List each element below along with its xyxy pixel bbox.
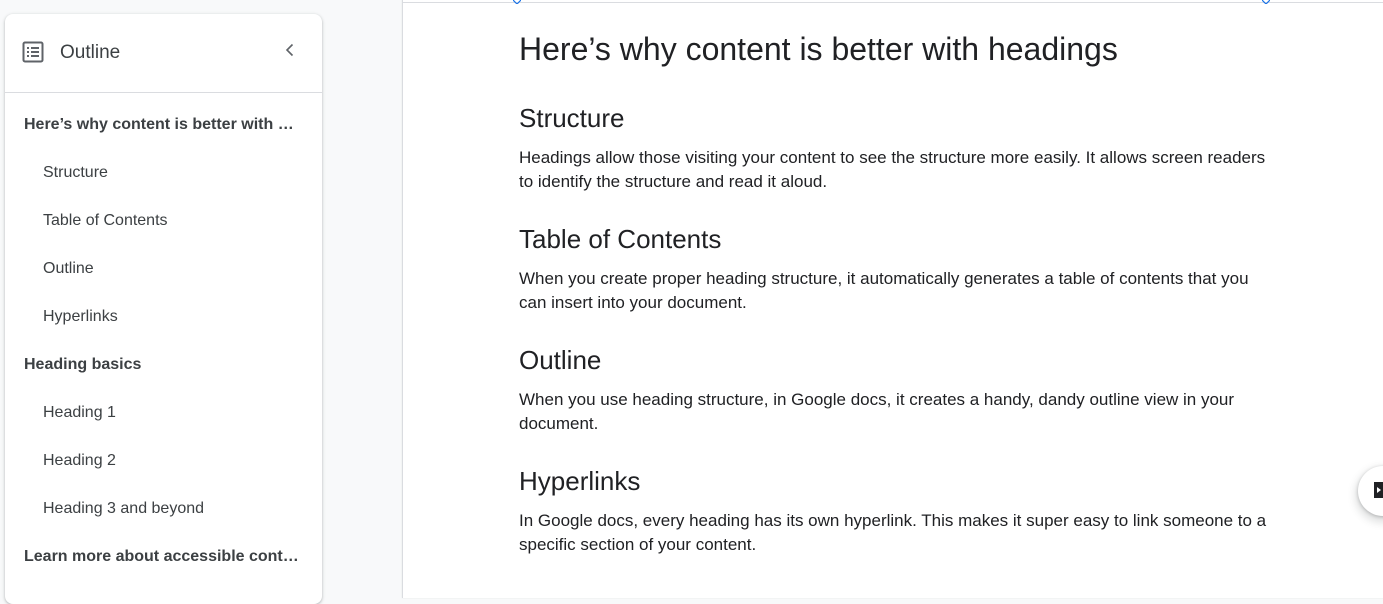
heading-table-of-contents: Table of Contents [519,224,722,254]
heading-hyperlinks: Hyperlinks [519,466,641,496]
outline-header: Outline [5,14,322,93]
document-title: Here’s why content is better with headin… [519,31,1118,67]
outline-item[interactable]: Outline [43,260,299,278]
paragraph-outline: When you use heading structure, in Googl… [519,390,1235,433]
heading-outline: Outline [519,345,602,375]
heading-structure: Structure [519,103,625,133]
explore-icon [1374,482,1383,498]
outline-item[interactable]: Heading 3 and beyond [43,500,299,518]
outline-title: Outline [60,42,121,63]
outline-item[interactable]: Learn more about accessible content [24,548,299,566]
paragraph-structure: Headings allow those visiting your conte… [519,148,1266,191]
outline-item[interactable]: Heading 2 [43,452,299,470]
outline-item[interactable]: Heading 1 [43,404,299,422]
left-margin-marker[interactable] [513,0,521,4]
paragraph-hyperlinks: In Google docs, every heading has its ow… [519,511,1267,554]
outline-item[interactable]: Here’s why content is better with headin… [24,116,299,134]
outline-item[interactable]: Table of Contents [43,212,299,230]
chevron-left-icon[interactable] [280,40,300,60]
outline-item[interactable]: Heading basics [24,356,299,374]
ruler-line [403,2,1383,3]
document-page[interactable]: Here’s why content is better with headin… [402,0,1383,598]
outline-item[interactable]: Structure [43,164,299,182]
outline-list-icon [22,41,44,63]
paragraph-table-of-contents: When you create proper heading structure… [519,269,1249,312]
right-margin-marker[interactable] [1262,0,1270,4]
outline-panel: Outline Here’s why content is better wit… [5,14,322,604]
outline-item[interactable]: Hyperlinks [43,308,299,326]
